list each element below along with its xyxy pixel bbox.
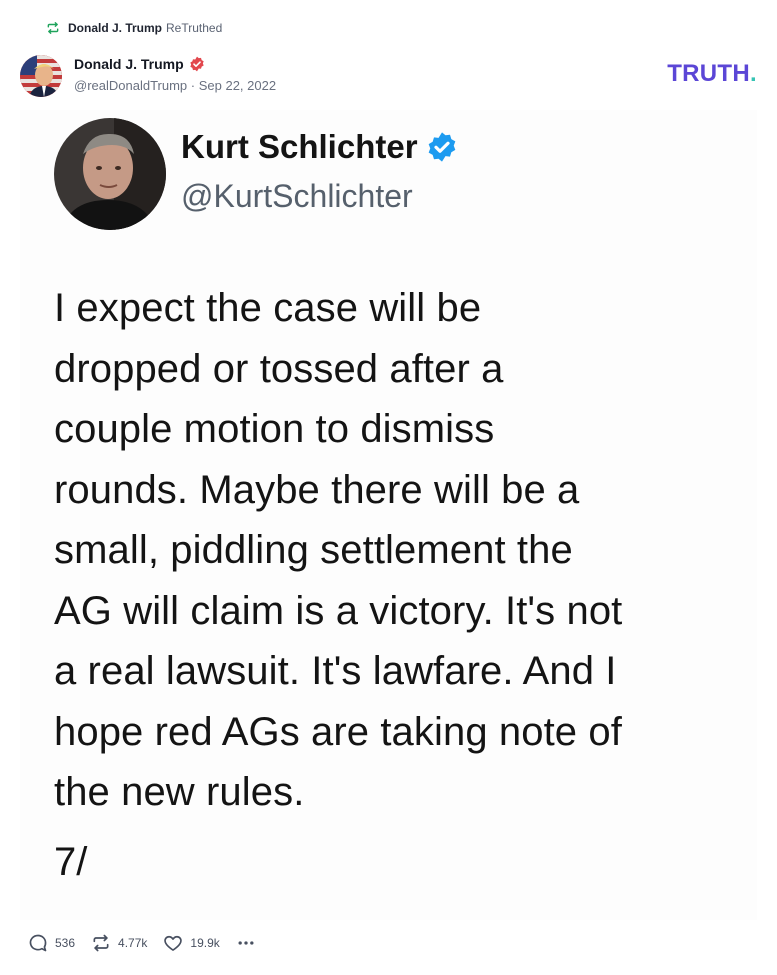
retruth-label: ReTruthed [166,21,223,35]
logo-text: TRUTH [667,60,751,87]
post-actions: 536 4.77k 19.9k [28,933,256,953]
more-icon [238,941,254,945]
like-count: 19.9k [190,936,220,950]
tweet-line: couple motion to dismiss [54,407,495,451]
tweet-line: the new rules. [54,770,305,814]
reply-count: 536 [55,936,76,950]
retruth-button[interactable]: 4.77k [91,933,147,953]
embedded-tweet-image[interactable]: Kurt Schlichter @KurtSchlichter I expect… [20,110,757,920]
logo-dot: . [750,60,757,87]
heart-icon [164,935,183,951]
tweet-verified-icon [428,132,455,162]
post-date[interactable]: Sep 22, 2022 [199,78,276,93]
thread-counter: 7/ [54,840,88,884]
tweet-line: a real lawsuit. It's lawfare. And I [54,649,617,693]
author-meta: @realDonaldTrump · Sep 22, 2022 [74,78,276,93]
meta-separator: · [187,78,199,93]
tweet-line: I expect the case will be [54,286,482,330]
verified-badge-icon [190,56,204,72]
retruth-user-name[interactable]: Donald J. Trump [68,21,162,35]
tweet-author-avatar [54,118,166,230]
tweet-author-handle: @KurtSchlichter [181,178,413,214]
post-author: Donald J. Trump @realDonaldTrump · Sep 2… [20,55,276,97]
retruth-bar: Donald J. Trump ReTruthed [46,19,222,37]
tweet-line: rounds. Maybe there will be a [54,467,580,512]
more-options-button[interactable] [236,933,256,953]
author-handle[interactable]: @realDonaldTrump [74,78,187,93]
tweet-line: AG will claim is a victory. It's not [54,588,623,633]
tweet-line: hope red AGs are taking note of [54,709,622,754]
tweet-line: small, piddling settlement the [54,528,573,572]
reply-icon [29,934,47,952]
reply-button[interactable]: 536 [28,933,75,953]
retruth-action-icon [93,934,109,952]
author-name[interactable]: Donald J. Trump [74,56,184,72]
tweet-body: I expect the case will be dropped or tos… [54,278,744,823]
retruth-count: 4.77k [118,936,148,950]
truth-social-logo[interactable]: TRUTH. [667,60,757,88]
retruth-icon [47,22,59,34]
tweet-author-name: Kurt Schlichter [181,128,418,165]
author-avatar[interactable] [20,55,62,97]
like-button[interactable]: 19.9k [163,933,220,953]
tweet-line: dropped or tossed after a [54,346,504,391]
